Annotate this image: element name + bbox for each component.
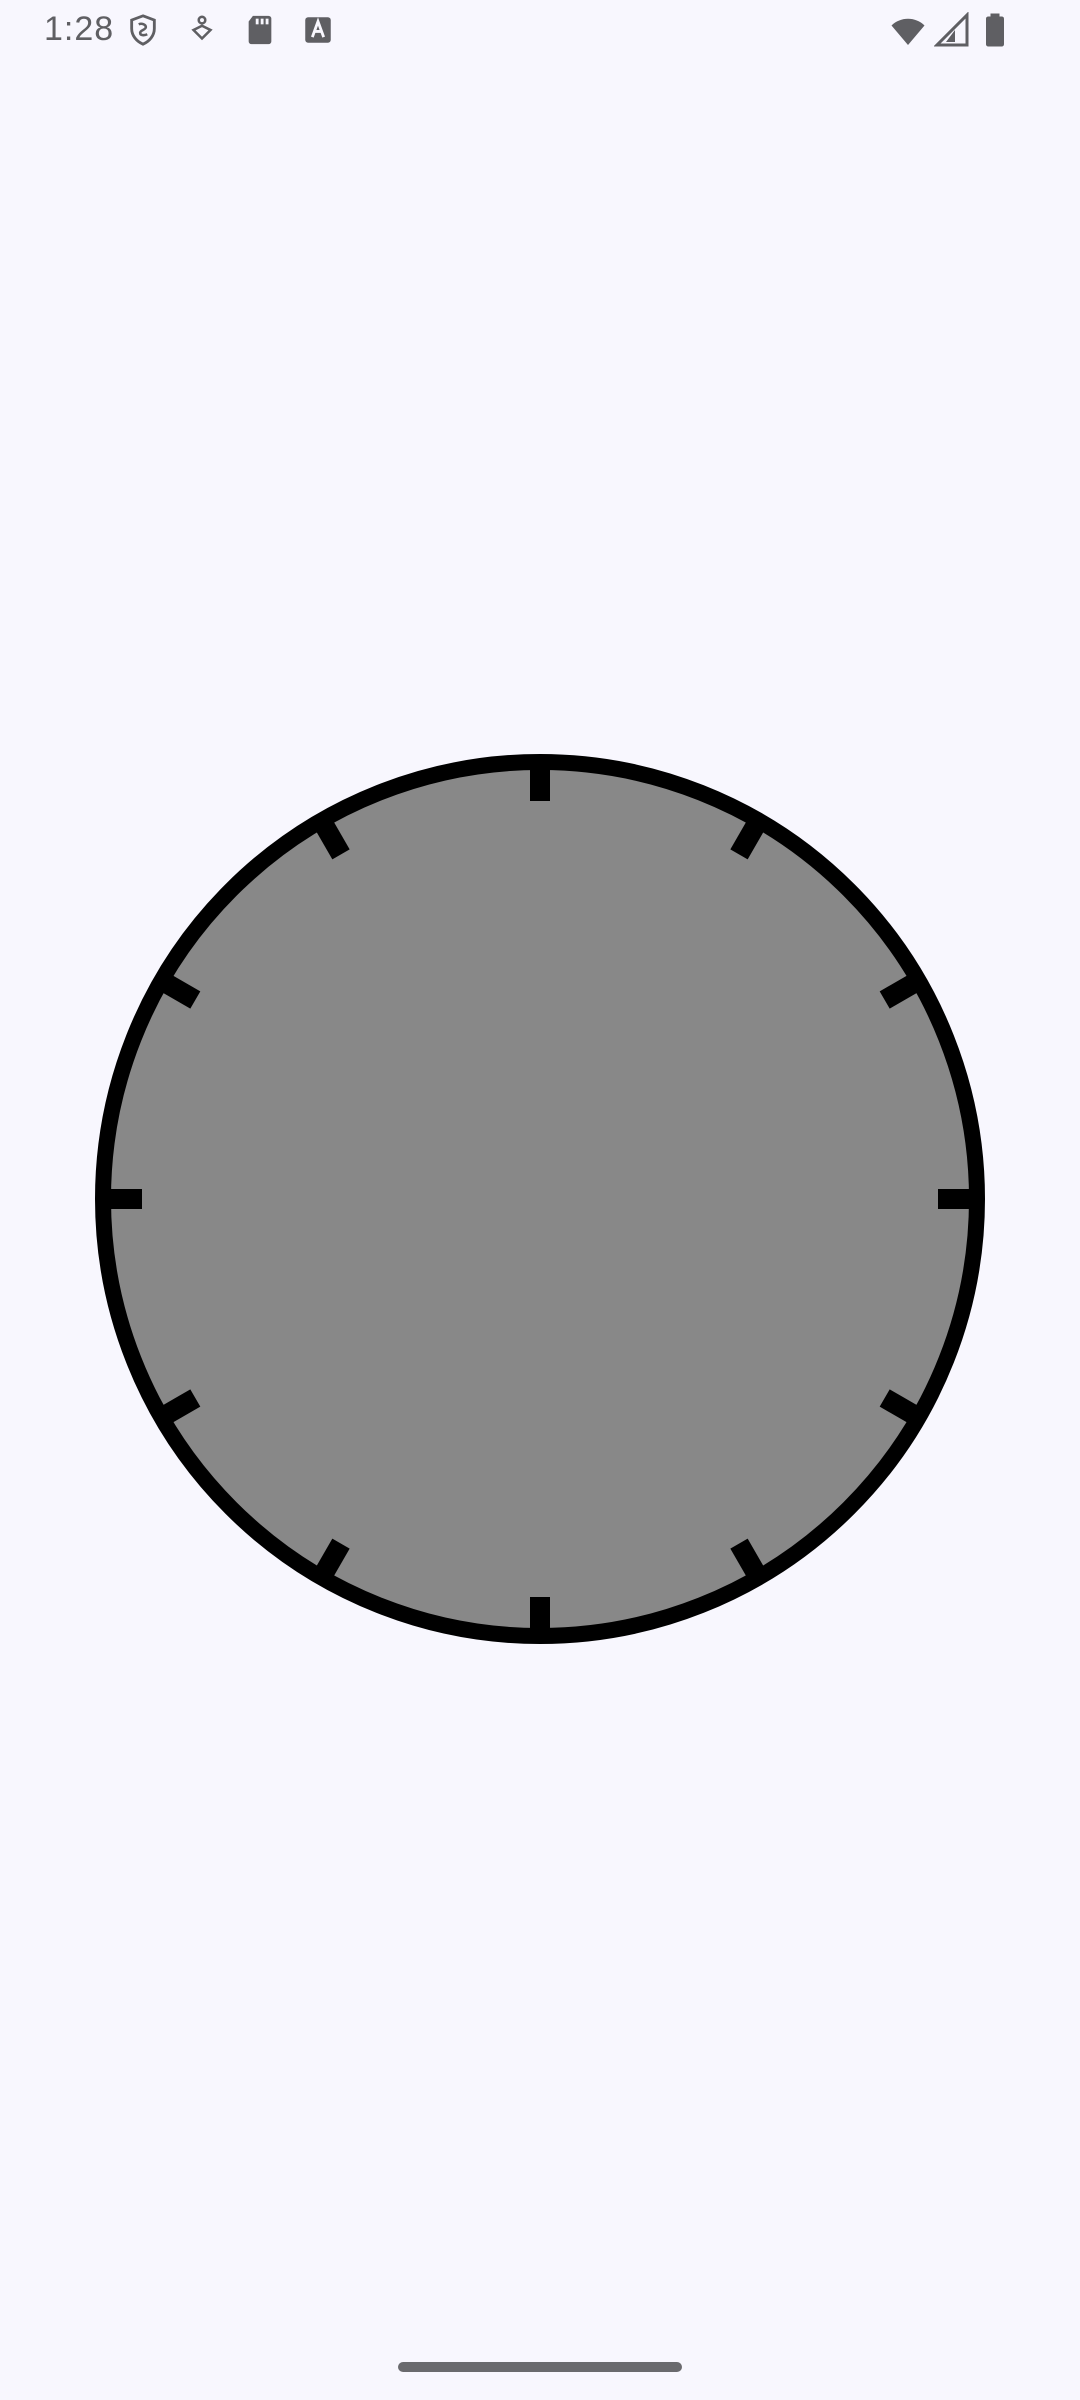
clock-tick (879, 1389, 918, 1423)
clock-tick (730, 821, 764, 860)
clock-face-circle (95, 754, 985, 1644)
home-indicator[interactable] (398, 2362, 682, 2372)
status-bar: 1:28 (0, 0, 1080, 64)
cell-signal-icon (934, 12, 970, 48)
sd-card-icon (243, 12, 277, 48)
clock-tick (316, 1538, 350, 1577)
status-time: 1:28 (44, 10, 115, 48)
clock-tick (162, 1389, 201, 1423)
shield-icon (126, 12, 160, 48)
clock-tick (879, 975, 918, 1009)
font-a-icon (301, 12, 335, 48)
clock-svg (95, 754, 985, 1644)
battery-icon (982, 12, 1008, 48)
clock-face[interactable] (95, 754, 985, 1644)
clock-tick (162, 975, 201, 1009)
accessibility-icon (185, 12, 219, 48)
clock-tick (730, 1538, 764, 1577)
screen: 1:28 (0, 0, 1080, 2400)
clock-tick (316, 821, 350, 860)
wifi-icon (888, 12, 928, 48)
